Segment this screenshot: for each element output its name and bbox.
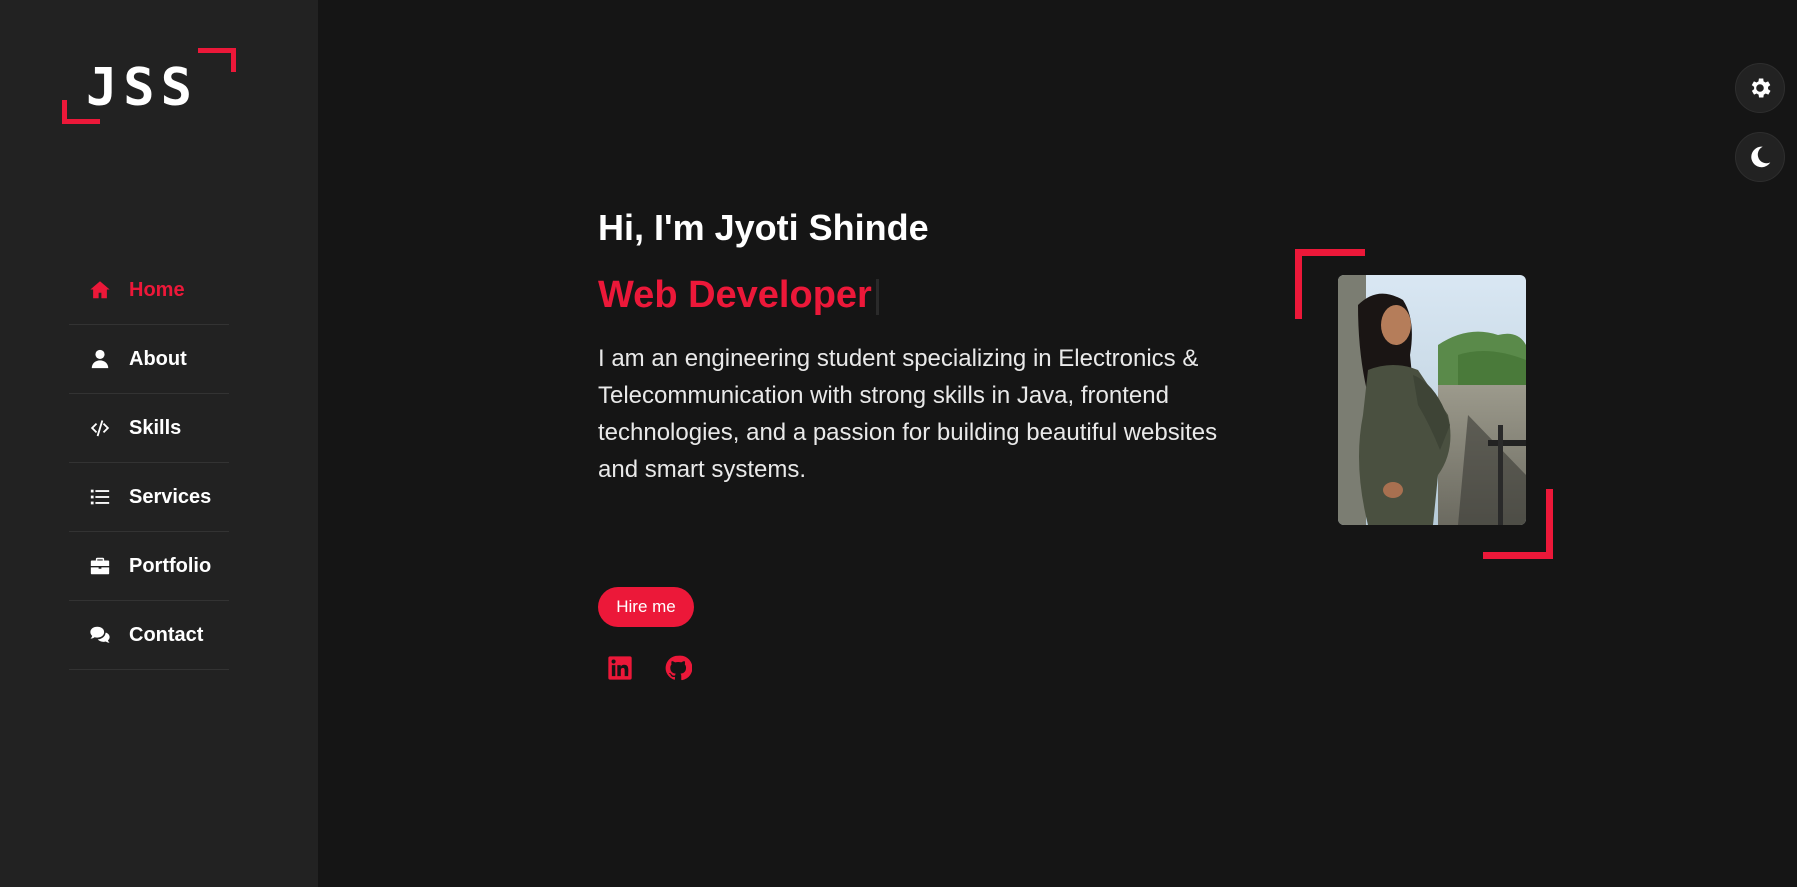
logo-corner-top-right [198, 48, 236, 72]
hero-role: Web Developer [598, 270, 1258, 320]
github-link[interactable] [664, 654, 693, 682]
linkedin-link[interactable] [606, 654, 634, 682]
nav-item-label: Home [129, 278, 185, 301]
linkedin-icon [608, 656, 632, 680]
nav-item-contact[interactable]: Contact [69, 601, 229, 670]
nav-item-label: Skills [129, 416, 182, 439]
nav-item-label: Services [129, 485, 212, 508]
profile-image-frame [1295, 249, 1553, 559]
nav-item-label: Portfolio [129, 554, 212, 577]
nav-item-home[interactable]: Home [69, 256, 229, 325]
sidebar-nav: Home About Skills Services Portfolio Con… [69, 256, 229, 670]
social-links [606, 654, 693, 682]
sidebar: JSS Home About Skills Services Portfolio… [0, 0, 318, 887]
comments-icon [87, 624, 113, 646]
settings-button[interactable] [1735, 63, 1785, 113]
user-icon [87, 348, 113, 370]
github-icon [665, 655, 693, 681]
briefcase-icon [87, 555, 113, 577]
nav-item-label: About [129, 347, 187, 370]
hero-bio: I am an engineering student specializing… [598, 345, 1218, 483]
hero-greeting: Hi, I'm Jyoti Shinde [598, 207, 929, 248]
hero-role-text: Web Developer [598, 274, 872, 316]
nav-item-skills[interactable]: Skills [69, 394, 229, 463]
list-icon [87, 486, 113, 508]
nav-item-label: Contact [129, 623, 204, 646]
nav-item-about[interactable]: About [69, 325, 229, 394]
home-icon [87, 279, 113, 301]
hero-section: Hi, I'm Jyoti Shinde Web Developer I am … [598, 200, 1258, 488]
logo-text: JSS [86, 58, 198, 118]
profile-photo [1338, 275, 1526, 525]
typing-cursor [875, 278, 879, 315]
theme-toggle-button[interactable] [1735, 132, 1785, 182]
moon-icon [1751, 146, 1771, 168]
nav-item-portfolio[interactable]: Portfolio [69, 532, 229, 601]
logo[interactable]: JSS [62, 48, 236, 124]
hire-me-button[interactable]: Hire me [598, 587, 694, 627]
code-icon [87, 417, 113, 439]
gear-icon [1751, 78, 1771, 98]
page: JSS Home About Skills Services Portfolio… [0, 0, 1797, 887]
nav-item-services[interactable]: Services [69, 463, 229, 532]
